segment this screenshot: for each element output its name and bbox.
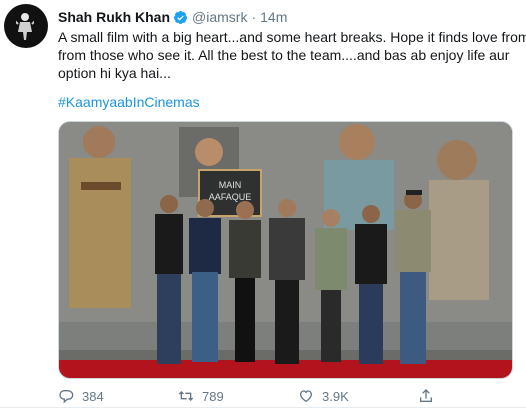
retweet-count: 789 [202,388,224,404]
author-name[interactable]: Shah Rukh Khan [58,9,170,25]
like-button[interactable]: 3.9K [298,388,418,404]
tweet-text-line: from those who see it. All the best to t… [58,47,510,63]
reply-count: 384 [82,388,104,404]
hashtag-link[interactable]: #KaamyaabInCinemas [58,94,200,110]
verified-badge-icon [173,10,188,24]
tweet-photo[interactable]: MAIN AAFAQUE [58,121,513,379]
board-text-line2: AAFAQUE [209,192,252,202]
tweet-text-line: option hi kya hai... [58,65,171,81]
avatar-figure [16,13,34,40]
tweet-text-line: A small film with a big heart...and some… [58,29,526,45]
avatar[interactable] [4,4,48,48]
author-handle[interactable]: @iamsrk [192,9,247,25]
tweet-header: Shah Rukh Khan @iamsrk · 14m [58,8,287,26]
tweet-card[interactable]: Shah Rukh Khan @iamsrk · 14m A small fil… [0,0,526,408]
share-button[interactable] [418,388,458,404]
reply-icon [59,390,74,404]
tweet-text: A small film with a big heart...and some… [58,28,526,82]
separator-dot: · [251,9,257,25]
board-text-line1: MAIN [219,180,242,190]
retweet-button[interactable]: 789 [178,388,298,404]
timestamp[interactable]: 14m [260,9,287,25]
retweet-icon [178,391,194,401]
tweet-actions: 384 789 3.9K [58,386,518,406]
event-photo: MAIN AAFAQUE [59,122,512,378]
share-icon [420,389,432,402]
like-count: 3.9K [322,388,349,404]
reply-button[interactable]: 384 [58,388,178,404]
like-icon [299,390,313,403]
